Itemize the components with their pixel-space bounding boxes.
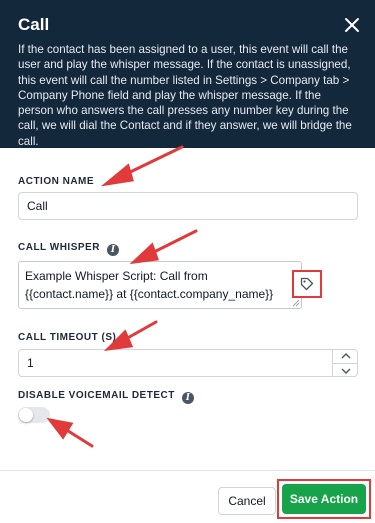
modal-header: Call If the contact has been assigned to… <box>0 0 375 148</box>
call-timeout-stepper <box>332 349 358 377</box>
chevron-up-icon <box>341 353 350 359</box>
call-whisper-label-text: CALL WHISPER <box>18 242 100 253</box>
insert-merge-field-button[interactable] <box>292 270 322 298</box>
call-timeout-label: CALL TIMEOUT (S) <box>18 332 116 343</box>
call-timeout-input[interactable] <box>18 349 358 377</box>
close-icon[interactable] <box>343 16 361 34</box>
resize-grip-icon[interactable] <box>292 299 300 307</box>
disable-voicemail-label: DISABLE VOICEMAIL DETECT i <box>18 390 195 404</box>
increment-button[interactable] <box>333 349 358 364</box>
action-name-label: ACTION NAME <box>18 176 94 187</box>
decrement-button[interactable] <box>333 364 358 378</box>
tag-icon <box>300 277 314 291</box>
info-icon[interactable]: i <box>107 244 120 256</box>
cancel-button[interactable]: Cancel <box>218 487 276 515</box>
disable-voicemail-label-text: DISABLE VOICEMAIL DETECT <box>18 390 175 401</box>
action-name-label-text: ACTION NAME <box>18 176 95 187</box>
disable-voicemail-toggle[interactable] <box>18 407 50 423</box>
chevron-down-icon <box>341 368 350 374</box>
modal-footer: Cancel Save Action <box>0 470 375 523</box>
save-action-button[interactable]: Save Action <box>282 484 366 514</box>
call-whisper-label: CALL WHISPER i <box>18 242 120 256</box>
toggle-knob <box>19 408 33 422</box>
modal-title: Call <box>18 15 50 34</box>
info-icon[interactable]: i <box>182 392 195 404</box>
call-timeout-label-text: CALL TIMEOUT (S) <box>18 332 117 343</box>
modal-body: ACTION NAME CALL WHISPER i Example Whisp… <box>0 148 375 470</box>
action-name-input[interactable] <box>18 192 358 220</box>
call-whisper-textarea[interactable]: Example Whisper Script: Call from {{cont… <box>18 261 302 309</box>
modal-description: If the contact has been assigned to a us… <box>18 43 352 148</box>
